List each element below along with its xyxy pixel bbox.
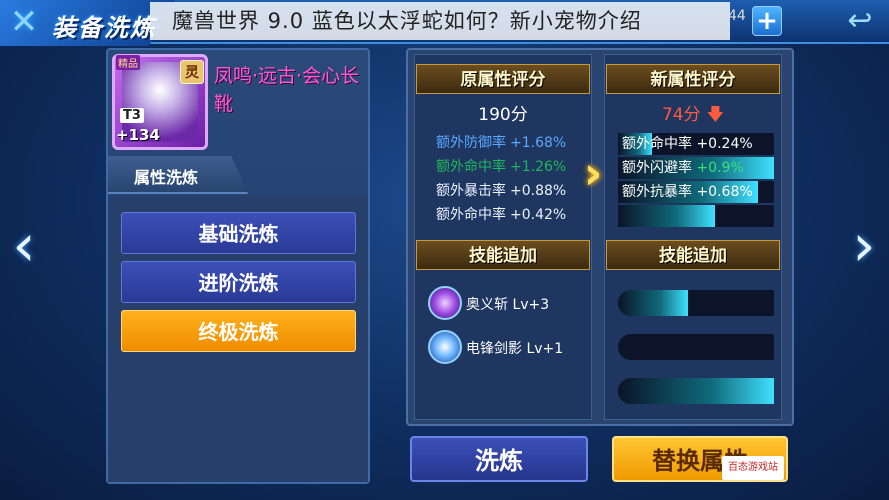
stat-value: +0.88%: [510, 183, 567, 199]
new-skill-bar: [618, 290, 774, 316]
bar-fill: [618, 290, 689, 316]
new-score-wrap: 74分 🡇: [606, 100, 780, 131]
wash-button[interactable]: 洗炼: [410, 436, 588, 482]
grade-tag: T3: [120, 108, 144, 123]
lightning-sword-icon[interactable]: [428, 330, 462, 364]
tab-label: 属性洗炼: [134, 168, 199, 187]
quality-tag: 精品: [116, 55, 140, 70]
stat-value: +1.26%: [510, 159, 567, 175]
caption-tail: 44: [728, 8, 746, 24]
new-stat-bar: [618, 205, 774, 227]
new-skill-bar: [618, 378, 774, 404]
close-x-icon[interactable]: ✕: [4, 2, 44, 42]
return-icon[interactable]: ↩: [840, 4, 880, 38]
skill-row: 电锋剑影 Lv+1: [466, 338, 563, 358]
item-name: 凤鸣·远古·会心长靴: [214, 65, 360, 115]
skill-row: 奥义斩 Lv+3: [466, 294, 549, 314]
tier-badge: 灵: [180, 60, 204, 84]
slash-skill-icon[interactable]: [428, 286, 462, 320]
stat-value: +0.9%: [696, 160, 744, 176]
stat-name: 额外命中率: [436, 159, 506, 175]
skill-name: 电锋剑影: [466, 341, 522, 357]
new-skill-bar: [618, 334, 774, 360]
stat-name: 额外暴击率: [436, 183, 506, 199]
watermark-logo: 百态游戏站: [722, 456, 784, 480]
plus-icon[interactable]: +: [752, 6, 782, 36]
new-stat-row: 额外抗暴率 +0.68%: [622, 181, 753, 203]
old-skill-header: 技能追加: [416, 240, 590, 270]
old-stat-row: 额外暴击率 +0.88%: [436, 179, 566, 203]
ultimate-wash-button[interactable]: 终极洗炼: [121, 310, 356, 352]
old-stat-row: 额外防御率 +1.68%: [436, 131, 566, 155]
stat-name: 额外防御率: [436, 135, 506, 151]
skill-level: Lv+3: [512, 297, 550, 313]
caption-overlay: 魔兽世界 9.0 蓝色以太浮蛇如何？新小宠物介绍: [150, 2, 730, 40]
old-stat-row: 额外命中率 +0.42%: [436, 203, 566, 227]
basic-wash-button[interactable]: 基础洗炼: [121, 212, 356, 254]
stat-name: 额外命中率: [436, 207, 506, 223]
stat-value: +0.24%: [696, 136, 753, 152]
bar-fill: [618, 205, 715, 227]
new-stat-row: 额外命中率 +0.24%: [622, 133, 753, 155]
new-score: 74分: [661, 105, 701, 125]
old-score-header: 原属性评分: [416, 64, 590, 94]
page-title: 装备洗炼: [52, 14, 156, 42]
stat-value: +0.42%: [510, 207, 567, 223]
stat-value: +0.68%: [696, 184, 753, 200]
stat-name: 额外抗暴率: [622, 184, 692, 200]
enhance-level: +134: [116, 126, 160, 144]
stat-name: 额外闪避率: [622, 160, 692, 176]
advanced-wash-button[interactable]: 进阶洗炼: [121, 261, 356, 303]
old-stat-row: 额外命中率 +1.26%: [436, 155, 566, 179]
bar-fill: [618, 378, 774, 404]
new-score-header: 新属性评分: [606, 64, 780, 94]
skill-level: Lv+1: [526, 341, 564, 357]
skill-name: 奥义斩: [466, 297, 508, 313]
stat-value: +1.68%: [510, 135, 567, 151]
chevron-left-icon[interactable]: ‹: [6, 215, 42, 275]
stat-name: 额外命中率: [622, 136, 692, 152]
new-stat-row: 额外闪避率 +0.9%: [622, 157, 744, 179]
old-score: 190分: [478, 105, 528, 125]
chevron-right-icon[interactable]: ›: [846, 215, 882, 275]
new-skill-header: 技能追加: [606, 240, 780, 270]
arrow-down-icon: 🡇: [706, 105, 725, 125]
